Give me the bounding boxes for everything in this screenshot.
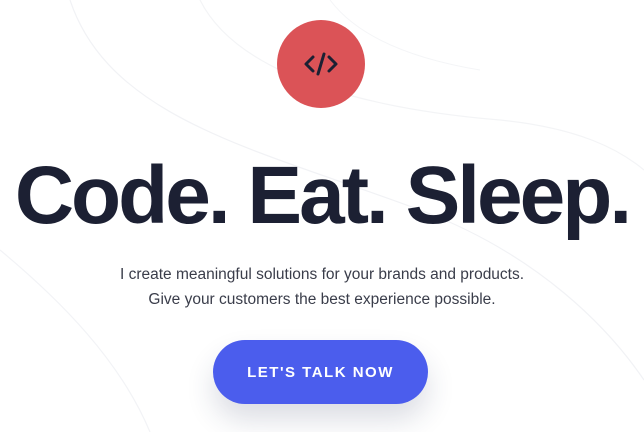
hero-headline: Code. Eat. Sleep.	[14, 150, 632, 241]
logo-badge	[277, 20, 365, 108]
hero-subtext-line-2: Give your customers the best experience …	[148, 291, 496, 308]
hero-section: Code. Eat. Sleep. I create meaningful so…	[0, 0, 644, 432]
hero-subtext-line-1: I create meaningful solutions for your b…	[119, 266, 525, 283]
hero-subtext: I create meaningful solutions for your b…	[0, 262, 644, 312]
lets-talk-button[interactable]: LET'S TALK NOW	[213, 340, 428, 404]
code-brackets-icon	[304, 52, 338, 76]
